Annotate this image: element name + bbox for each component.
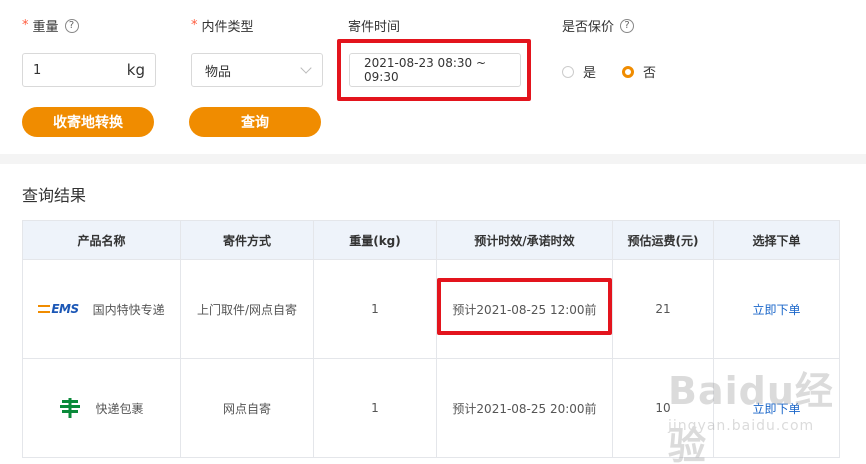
radio-checked-icon (622, 65, 634, 78)
content-type-label: * 内件类型 (191, 16, 254, 35)
cell-method: 网点自寄 (180, 358, 314, 458)
ems-logo-text: EMS (51, 302, 79, 316)
weight-input[interactable]: 1 kg (22, 53, 156, 87)
china-post-icon (60, 398, 81, 418)
required-mark: * (191, 18, 198, 33)
weight-label-text: 重量 (32, 20, 59, 35)
radio-insured-no[interactable]: 否 (622, 62, 656, 81)
content-type-value: 物品 (205, 64, 232, 80)
insured-label-text: 是否保价 (562, 20, 615, 35)
weight-label: * 重量 ? (22, 16, 79, 35)
section-divider (0, 154, 866, 164)
col-header-action: 选择下单 (713, 220, 840, 260)
table-row: EMS 国内特快专递 上门取件/网点自寄 1 预计2021-08-25 12:0… (22, 259, 840, 359)
results-table: 产品名称 寄件方式 重量(kg) 预计时效/承诺时效 预估运费(元) 选择下单 … (22, 220, 840, 458)
cell-fee: 10 (612, 358, 714, 458)
cell-eta: 预计2021-08-25 20:00前 (436, 358, 613, 458)
results-title: 查询结果 (22, 186, 87, 205)
radio-circle-icon (562, 65, 574, 78)
query-button[interactable]: 查询 (189, 107, 321, 137)
radio-label: 否 (643, 66, 657, 81)
required-mark: * (22, 18, 29, 33)
content-type-label-text: 内件类型 (201, 20, 254, 35)
col-header-weight: 重量(kg) (313, 220, 437, 260)
col-header-method: 寄件方式 (180, 220, 314, 260)
send-time-label-text: 寄件时间 (348, 20, 401, 35)
product-name: 国内特快专递 (92, 302, 165, 317)
order-now-link[interactable]: 立即下单 (713, 358, 840, 458)
cell-weight: 1 (313, 259, 437, 359)
chevron-down-icon (300, 62, 312, 74)
col-header-eta: 预计时效/承诺时效 (436, 220, 613, 260)
cell-method: 上门取件/网点自寄 (180, 259, 314, 359)
convert-address-button[interactable]: 收寄地转换 (22, 107, 154, 137)
cell-product: EMS 国内特快专递 (22, 259, 181, 359)
help-icon[interactable]: ? (64, 18, 79, 33)
highlight-box-eta (437, 278, 612, 335)
insured-label: 是否保价 ? (562, 16, 635, 35)
col-header-product: 产品名称 (22, 220, 181, 260)
highlight-box-time (337, 39, 531, 101)
weight-value: 1 (33, 62, 42, 78)
col-header-fee: 预估运费(元) (612, 220, 714, 260)
order-now-link[interactable]: 立即下单 (713, 259, 840, 359)
help-icon[interactable]: ? (620, 18, 635, 33)
query-form: * 重量 ? 1 kg * 内件类型 物品 寄件时间 2021-08-23 08… (0, 0, 866, 154)
send-time-label: 寄件时间 (348, 16, 400, 35)
table-row: 快递包裹 网点自寄 1 预计2021-08-25 20:00前 10 立即下单 (22, 358, 840, 458)
content-type-select[interactable]: 物品 (191, 53, 323, 87)
cell-product: 快递包裹 (22, 358, 181, 458)
product-name: 快递包裹 (95, 401, 144, 416)
cell-weight: 1 (313, 358, 437, 458)
radio-label: 是 (583, 66, 597, 81)
ems-logo-icon: EMS (38, 302, 79, 316)
weight-unit: kg (126, 61, 145, 79)
cell-fee: 21 (612, 259, 714, 359)
table-header-row: 产品名称 寄件方式 重量(kg) 预计时效/承诺时效 预估运费(元) 选择下单 (22, 220, 840, 260)
radio-insured-yes[interactable]: 是 (562, 62, 596, 81)
